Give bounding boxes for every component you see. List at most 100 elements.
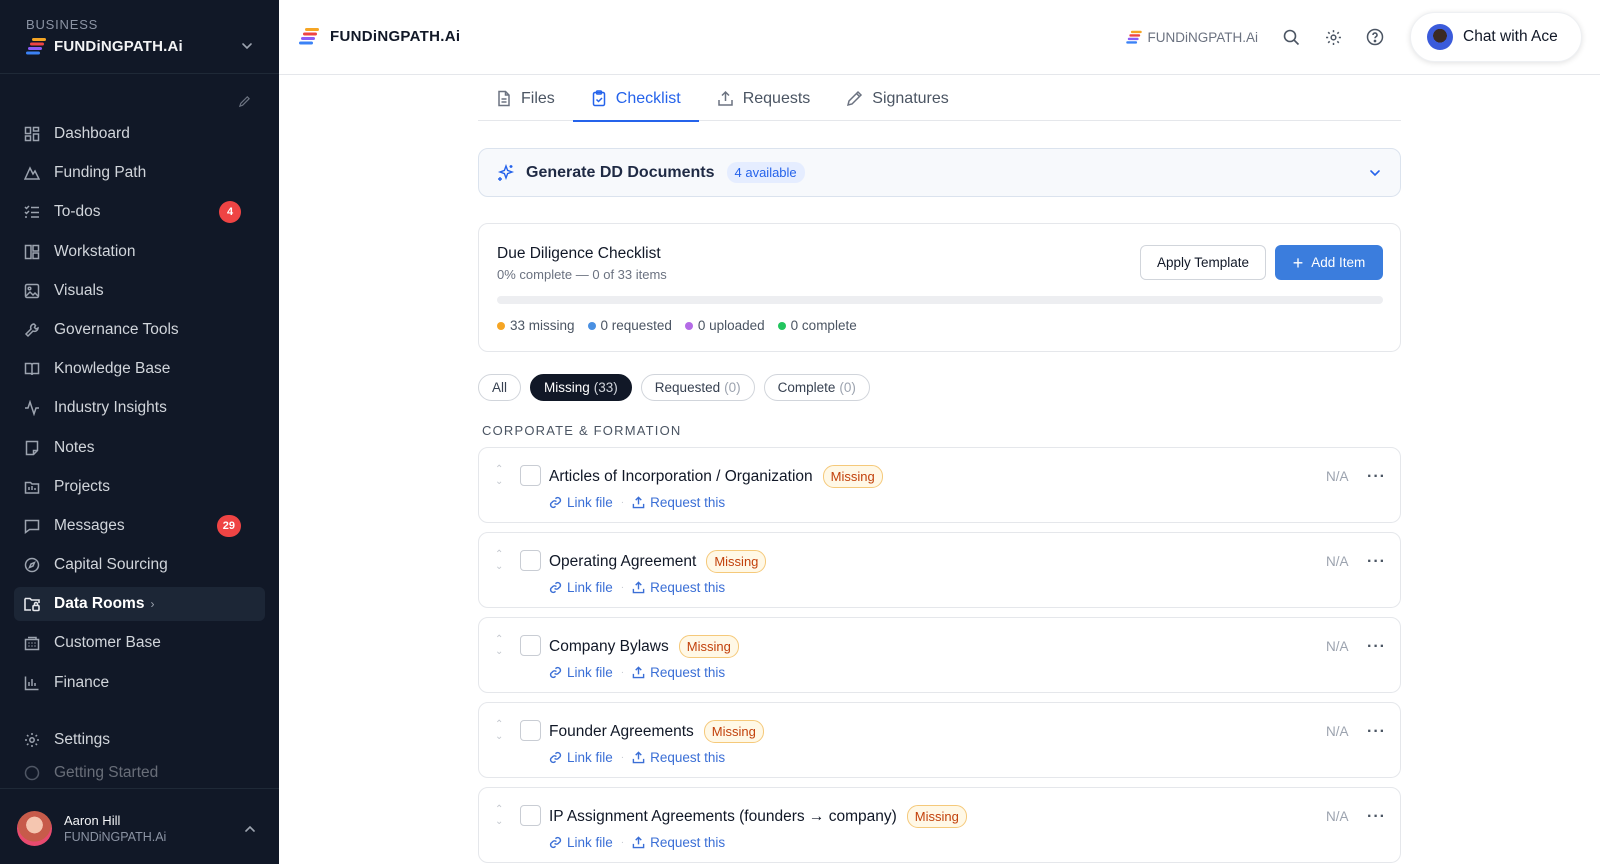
request-this-button[interactable]: Request this bbox=[632, 750, 725, 765]
item-title: Articles of Incorporation / Organization bbox=[549, 467, 813, 485]
sidebar-item-notes[interactable]: Notes bbox=[14, 431, 265, 465]
item-checkbox[interactable] bbox=[520, 550, 541, 571]
reorder-handle[interactable]: ⌃ ⌄ bbox=[495, 464, 503, 488]
sidebar-item-industry-insights[interactable]: Industry Insights bbox=[14, 391, 265, 425]
item-checkbox[interactable] bbox=[520, 465, 541, 486]
legend-uploaded: 0 uploaded bbox=[684, 318, 765, 333]
status-badge: Missing bbox=[822, 465, 883, 488]
more-options-icon[interactable]: ··· bbox=[1367, 808, 1386, 826]
sidebar-item-data-rooms[interactable]: Data Rooms › bbox=[14, 587, 265, 622]
generate-dd-documents-panel[interactable]: Generate DD Documents 4 available bbox=[478, 148, 1401, 197]
brand[interactable]: FUNDiNGPATH.Ai bbox=[299, 27, 460, 45]
item-checkbox[interactable] bbox=[520, 635, 541, 656]
link-file-button[interactable]: Link file bbox=[549, 835, 613, 850]
request-this-button[interactable]: Request this bbox=[632, 835, 725, 850]
legend-requested: 0 requested bbox=[587, 318, 672, 333]
chevron-down-icon: ⌄ bbox=[495, 476, 504, 487]
tab-files[interactable]: Files bbox=[478, 76, 573, 121]
clipboard-icon bbox=[591, 90, 607, 107]
pencil-icon[interactable] bbox=[238, 95, 251, 108]
more-options-icon[interactable]: ··· bbox=[1367, 553, 1386, 571]
request-this-button[interactable]: Request this bbox=[632, 665, 725, 680]
link-file-button[interactable]: Link file bbox=[549, 750, 613, 765]
generate-title: Generate DD Documents bbox=[526, 163, 715, 181]
more-options-icon[interactable]: ··· bbox=[1367, 468, 1386, 486]
filter-all[interactable]: All bbox=[478, 374, 522, 401]
plus-icon: + bbox=[1292, 252, 1304, 273]
separator: · bbox=[620, 837, 625, 848]
sidebar-item-to-dos[interactable]: To-dos 4 bbox=[14, 195, 265, 229]
org-switcher[interactable]: BUSINESS FUNDiNGPATH.Ai bbox=[26, 17, 254, 55]
link-file-button[interactable]: Link file bbox=[549, 580, 613, 595]
sidebar-item-getting-started[interactable]: Getting Started bbox=[14, 762, 265, 784]
item-checkbox[interactable] bbox=[520, 720, 541, 741]
sidebar-item-projects[interactable]: Projects bbox=[14, 470, 265, 504]
sidebar-item-messages[interactable]: Messages 29 bbox=[14, 509, 265, 543]
reorder-handle[interactable]: ⌃ ⌄ bbox=[495, 804, 503, 828]
request-this-button[interactable]: Request this bbox=[632, 495, 725, 510]
sidebar-item-capital-sourcing[interactable]: Capital Sourcing bbox=[14, 548, 265, 582]
available-count-badge: 4 available bbox=[726, 162, 805, 183]
filter-missing[interactable]: Missing (33) bbox=[530, 374, 632, 401]
checklist-item: ⌃ ⌄ Founder Agreements Missing Link file… bbox=[478, 702, 1401, 778]
filter-complete[interactable]: Complete (0) bbox=[763, 374, 870, 401]
search-button[interactable] bbox=[1276, 22, 1306, 52]
filter-requested[interactable]: Requested (0) bbox=[640, 374, 755, 401]
tab-signatures[interactable]: Signatures bbox=[828, 76, 967, 121]
top-bar: FUNDiNGPATH.Ai FUNDiNGPATH.Ai Chat with … bbox=[279, 0, 1600, 75]
item-checkbox[interactable] bbox=[520, 805, 541, 826]
chevron-down-icon[interactable] bbox=[240, 39, 254, 53]
chevron-down-icon: ⌄ bbox=[495, 646, 504, 657]
request-this-button[interactable]: Request this bbox=[632, 580, 725, 595]
link-file-button[interactable]: Link file bbox=[549, 665, 613, 680]
sidebar-item-label: Funding Path bbox=[54, 164, 147, 182]
sidebar-item-dashboard[interactable]: Dashboard bbox=[14, 117, 265, 151]
due-diligence-summary-card: Due Diligence Checklist 0% complete — 0 … bbox=[478, 223, 1401, 352]
sidebar-item-workstation[interactable]: Workstation bbox=[14, 235, 265, 269]
sidebar-item-funding-path[interactable]: Funding Path bbox=[14, 156, 265, 190]
link-file-button[interactable]: Link file bbox=[549, 495, 613, 510]
sidebar-item-settings[interactable]: Settings bbox=[14, 723, 265, 757]
tab-requests[interactable]: Requests bbox=[699, 76, 829, 121]
chevron-down-icon[interactable] bbox=[1368, 166, 1382, 180]
status-dot bbox=[497, 321, 505, 330]
item-title: Company Bylaws bbox=[549, 637, 669, 655]
help-circle-icon bbox=[23, 764, 41, 782]
chevron-down-icon: ⌄ bbox=[495, 816, 504, 827]
settings-button[interactable] bbox=[1318, 22, 1348, 52]
sidebar-item-governance-tools[interactable]: Governance Tools bbox=[14, 313, 265, 347]
sidebar-item-finance[interactable]: Finance bbox=[14, 666, 265, 700]
more-options-icon[interactable]: ··· bbox=[1367, 723, 1386, 741]
sidebar-item-knowledge-base[interactable]: Knowledge Base bbox=[14, 352, 265, 386]
help-button[interactable] bbox=[1360, 22, 1390, 52]
sidebar-item-label: Industry Insights bbox=[54, 399, 167, 417]
reorder-handle[interactable]: ⌃ ⌄ bbox=[495, 634, 503, 658]
user-menu[interactable]: Aaron Hill FUNDiNGPATH.Ai bbox=[17, 811, 257, 846]
chat-with-ace-button[interactable]: Chat with Ace bbox=[1410, 12, 1582, 62]
more-options-icon[interactable]: ··· bbox=[1367, 638, 1386, 656]
link-file-label: Link file bbox=[567, 580, 613, 595]
sidebar-item-visuals[interactable]: Visuals bbox=[14, 274, 265, 308]
checklist-title: Due Diligence Checklist bbox=[497, 245, 661, 262]
item-title: Founder Agreements bbox=[549, 722, 694, 740]
grid-icon bbox=[23, 125, 41, 143]
tab-checklist[interactable]: Checklist bbox=[572, 76, 699, 122]
activity-icon bbox=[23, 399, 41, 417]
link-icon bbox=[549, 581, 562, 594]
add-item-button[interactable]: + Add Item bbox=[1275, 245, 1383, 280]
help-circle-icon bbox=[1366, 28, 1384, 46]
link-icon bbox=[549, 751, 562, 764]
filter-label: Missing bbox=[544, 380, 590, 395]
path-icon bbox=[23, 164, 41, 182]
legend-label: 0 requested bbox=[600, 318, 672, 333]
book-icon bbox=[23, 360, 41, 378]
reorder-handle[interactable]: ⌃ ⌄ bbox=[495, 719, 503, 743]
filter-label: Complete bbox=[777, 380, 836, 395]
upload-icon bbox=[632, 751, 645, 764]
sidebar-item-customer-base[interactable]: Customer Base bbox=[14, 626, 265, 660]
filter-count: (33) bbox=[593, 380, 618, 395]
apply-template-button[interactable]: Apply Template bbox=[1140, 245, 1266, 280]
reorder-handle[interactable]: ⌃ ⌄ bbox=[495, 549, 503, 573]
link-icon bbox=[549, 666, 562, 679]
chevron-up-icon bbox=[243, 822, 257, 836]
